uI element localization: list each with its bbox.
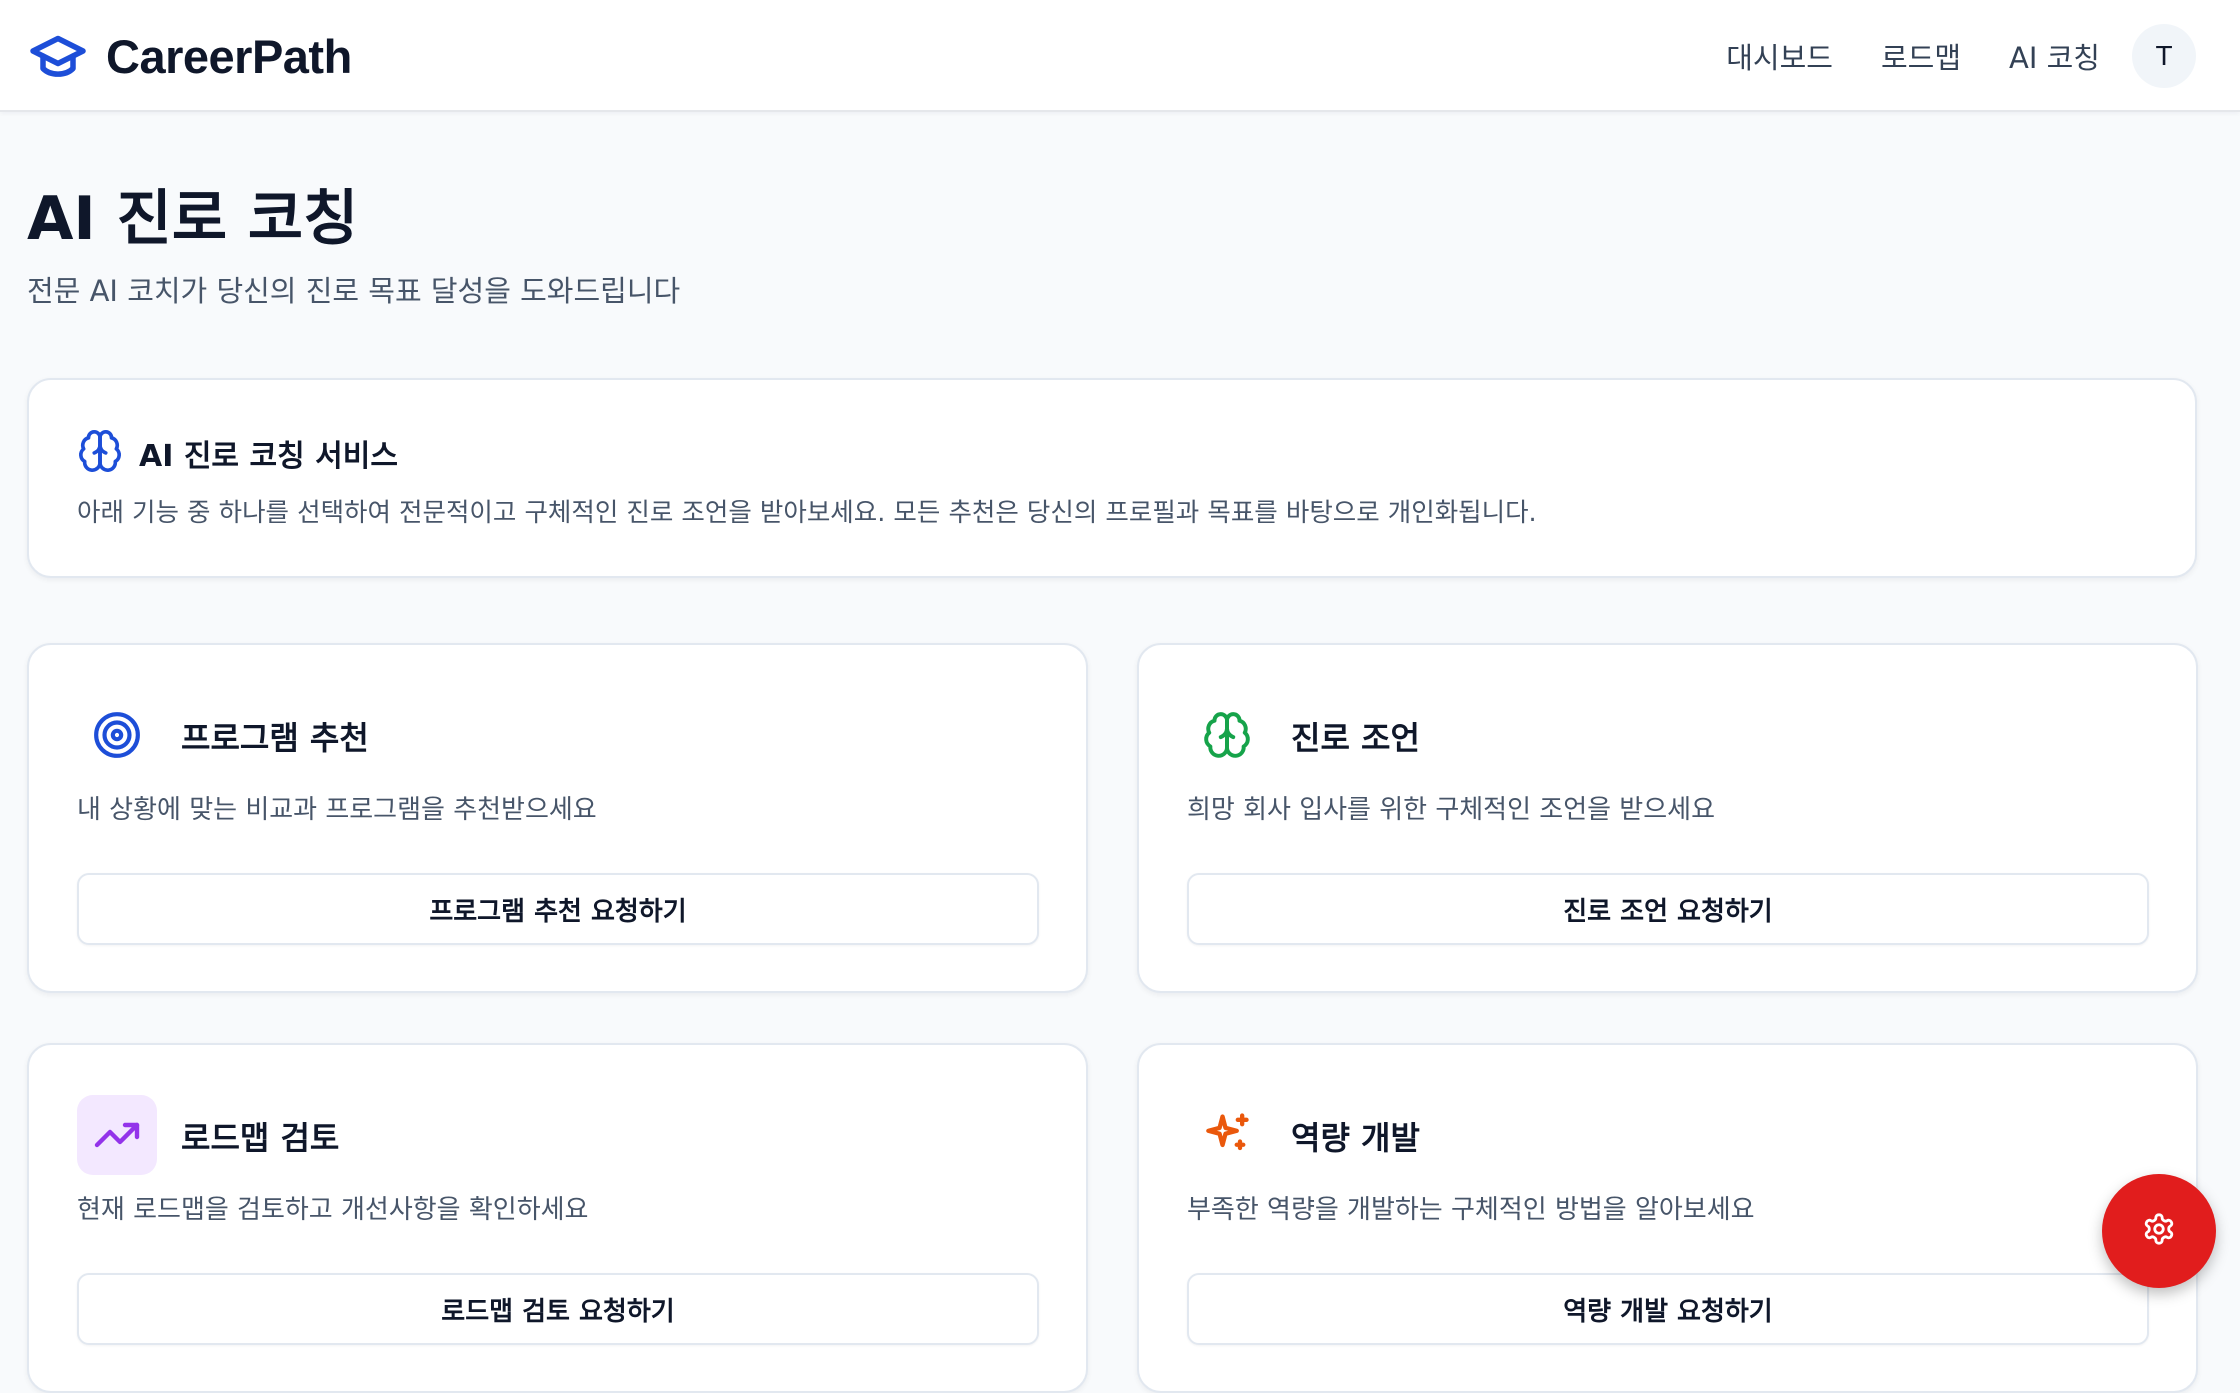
top-navigation-bar: CareerPath 대시보드 로드맵 AI 코칭 T (0, 0, 2240, 112)
trending-up-icon (77, 1095, 157, 1175)
feature-description: 부족한 역량을 개발하는 구체적인 방법을 알아보세요 (1187, 1195, 1755, 1225)
feature-title: 프로그램 추천 (181, 719, 369, 757)
graduation-cap-icon (28, 26, 88, 86)
feature-card-advice: 진로 조언 희망 회사 입사를 위한 구체적인 조언을 받으세요 진로 조언 요… (1137, 643, 2198, 993)
floating-settings-button[interactable] (2102, 1174, 2216, 1288)
brand-name: CareerPath (106, 29, 352, 83)
info-card-description: 아래 기능 중 하나를 선택하여 전문적이고 구체적인 진로 조언을 받아보세요… (77, 498, 1537, 528)
brand-logo[interactable]: CareerPath (28, 22, 352, 90)
target-icon (77, 695, 157, 775)
feature-description: 내 상황에 맞는 비교과 프로그램을 추천받으세요 (77, 795, 597, 825)
sparkles-icon (1187, 1095, 1267, 1175)
feature-description: 희망 회사 입사를 위한 구체적인 조언을 받으세요 (1187, 795, 1715, 825)
page-title: AI 진로 코칭 (27, 184, 359, 254)
settings-icon (2142, 1212, 2176, 1250)
service-info-card: AI 진로 코칭 서비스 아래 기능 중 하나를 선택하여 전문적이고 구체적인… (27, 378, 2197, 578)
brain-icon (77, 428, 123, 478)
feature-title: 진로 조언 (1291, 719, 1420, 757)
info-card-title: AI 진로 코칭 서비스 (139, 439, 398, 474)
nav-ai-coaching[interactable]: AI 코칭 (2009, 35, 2100, 77)
brain-icon (1187, 695, 1267, 775)
request-program-button[interactable]: 프로그램 추천 요청하기 (77, 873, 1039, 945)
feature-title: 로드맵 검토 (181, 1119, 340, 1157)
nav-roadmap[interactable]: 로드맵 (1881, 35, 1961, 77)
feature-title: 역량 개발 (1291, 1119, 1420, 1157)
nav-dashboard[interactable]: 대시보드 (1726, 35, 1833, 77)
request-advice-button[interactable]: 진로 조언 요청하기 (1187, 873, 2149, 945)
main-nav: 대시보드 로드맵 AI 코칭 T (1726, 18, 2196, 94)
feature-description: 현재 로드맵을 검토하고 개선사항을 확인하세요 (77, 1195, 589, 1225)
feature-card-roadmap: 로드맵 검토 현재 로드맵을 검토하고 개선사항을 확인하세요 로드맵 검토 요… (27, 1043, 1088, 1393)
page-subtitle: 전문 AI 코치가 당신의 진로 목표 달성을 도와드립니다 (27, 274, 681, 308)
info-title-row: AI 진로 코칭 서비스 (77, 428, 398, 478)
user-avatar[interactable]: T (2132, 24, 2196, 88)
request-roadmap-review-button[interactable]: 로드맵 검토 요청하기 (77, 1273, 1039, 1345)
feature-card-program: 프로그램 추천 내 상황에 맞는 비교과 프로그램을 추천받으세요 프로그램 추… (27, 643, 1088, 993)
feature-card-competency: 역량 개발 부족한 역량을 개발하는 구체적인 방법을 알아보세요 역량 개발 … (1137, 1043, 2198, 1393)
request-competency-button[interactable]: 역량 개발 요청하기 (1187, 1273, 2149, 1345)
